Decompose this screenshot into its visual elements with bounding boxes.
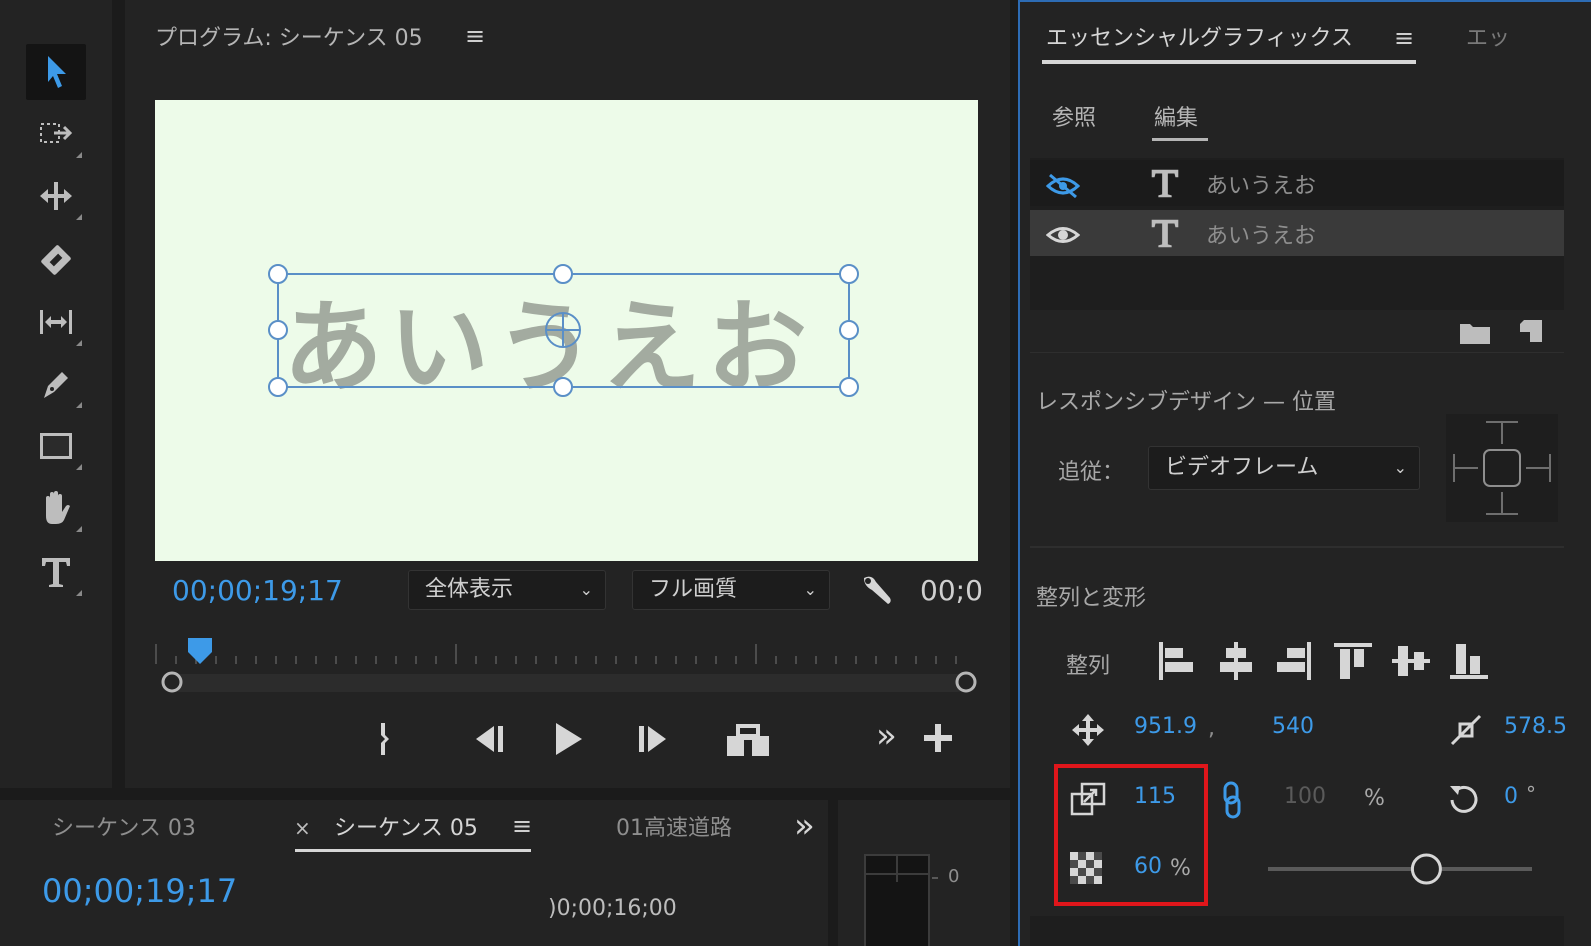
pin-to-edges-icon[interactable] (1446, 414, 1558, 522)
eye-hidden-icon[interactable] (1046, 172, 1080, 200)
tab-next-panel[interactable]: エッ (1466, 20, 1512, 52)
step-back-icon[interactable] (470, 722, 508, 756)
essential-graphics-menu-icon[interactable]: ≡ (1394, 24, 1414, 52)
canvas-text: あいうえお (283, 289, 813, 406)
export-frame-icon[interactable] (724, 718, 772, 758)
align-label: 整列 (1066, 654, 1111, 679)
add-button-icon[interactable] (922, 722, 954, 754)
more-tabs-icon[interactable]: » (794, 806, 815, 846)
tab-browse[interactable]: 参照 (1052, 100, 1096, 132)
wrench-icon[interactable] (858, 572, 894, 608)
pen-tool[interactable] (26, 356, 86, 412)
razor-tool[interactable] (26, 232, 86, 288)
folder-icon[interactable] (1458, 318, 1492, 346)
type-icon (42, 558, 70, 587)
timeline-timecode[interactable]: 00;00;19;17 (42, 872, 237, 910)
arrow-icon (48, 56, 66, 88)
layer-name: あいうえお (1206, 174, 1317, 199)
slip-tool[interactable] (26, 294, 86, 350)
text-layer-icon (1151, 219, 1179, 248)
track-select-icon (40, 123, 73, 143)
program-timecode[interactable]: 00;00;19;17 (172, 574, 343, 607)
follow-label: 追従： (1058, 460, 1125, 485)
divider (1030, 546, 1564, 548)
time-ruler[interactable] (150, 636, 990, 698)
pen-icon (44, 372, 68, 398)
ripple-edit-icon (40, 182, 72, 210)
opacity-slider[interactable] (1262, 850, 1538, 888)
edit-tab-underline (1152, 138, 1208, 141)
scale-height-value: 100 (1284, 784, 1326, 809)
align-center-vertical-icon[interactable] (1390, 640, 1432, 682)
more-controls-icon[interactable]: » (876, 716, 897, 756)
align-bottom-icon[interactable] (1448, 640, 1490, 682)
hand-tool[interactable] (26, 480, 86, 536)
mark-in-icon[interactable] (372, 720, 398, 758)
tab-sequence-03[interactable]: シーケンス 03 (52, 810, 196, 842)
program-menu-icon[interactable]: ≡ (465, 22, 485, 50)
divider (1030, 352, 1564, 353)
follow-dropdown[interactable]: ビデオフレーム ⌄ (1148, 446, 1420, 490)
highlight-box (1054, 764, 1208, 906)
tab-edit[interactable]: 編集 (1154, 100, 1198, 132)
eg-tab-underline (1042, 60, 1416, 64)
position-separator: , (1208, 716, 1215, 741)
chevron-down-icon: ⌄ (1393, 458, 1407, 477)
chevron-down-icon: ⌄ (803, 580, 817, 599)
scale-unit: % (1364, 786, 1385, 811)
position-x-value[interactable]: 951.9 (1134, 714, 1197, 739)
align-top-icon[interactable] (1332, 640, 1374, 682)
slip-icon (40, 310, 72, 334)
zoom-dropdown-value: 全体表示 (425, 577, 514, 602)
timeline-menu-icon[interactable]: ≡ (512, 812, 532, 840)
slider-handle (1410, 853, 1442, 885)
rotation-icon (1450, 785, 1478, 813)
playhead-icon (188, 638, 212, 664)
position-y-value[interactable]: 540 (1272, 714, 1314, 739)
anchor-x-value[interactable]: 578.5 (1504, 714, 1591, 739)
position-move-icon (1072, 714, 1104, 746)
panel-footer (1030, 916, 1564, 946)
rectangle-icon (40, 433, 72, 459)
responsive-design-title: レスポンシブデザイン — 位置 (1036, 390, 1336, 415)
hand-icon (46, 491, 70, 524)
align-right-icon[interactable] (1274, 640, 1314, 682)
zoom-dropdown[interactable]: 全体表示 ⌄ (408, 570, 606, 610)
ripple-edit-tool[interactable] (26, 168, 86, 224)
follow-dropdown-value: ビデオフレーム (1165, 455, 1319, 480)
tab-sequence-05[interactable]: シーケンス 05 (334, 810, 478, 842)
close-icon[interactable]: × (294, 816, 311, 840)
tools-panel (0, 0, 112, 788)
active-tab-underline (295, 849, 531, 852)
rectangle-tool[interactable] (26, 418, 86, 474)
anchor-point-icon (1450, 714, 1482, 746)
link-icon[interactable] (1220, 780, 1244, 820)
audio-meter (864, 854, 938, 946)
text-layer-icon (1151, 169, 1179, 198)
align-center-horizontal-icon[interactable] (1216, 640, 1256, 682)
layer-name: あいうえお (1206, 224, 1317, 249)
track-select-tool[interactable] (26, 106, 86, 162)
step-forward-icon[interactable] (634, 722, 672, 756)
program-title: プログラム: シーケンス 05 (155, 26, 423, 51)
eye-icon[interactable] (1046, 222, 1080, 248)
rotation-value[interactable]: 0 (1504, 784, 1518, 809)
program-duration: 00;0 (920, 574, 983, 607)
tab-highway[interactable]: 01高速道路 (616, 810, 738, 842)
essential-graphics-title[interactable]: エッセンシャルグラフィックス (1046, 20, 1353, 52)
ruler-time-label: )0;00;16;00 (548, 896, 677, 921)
play-icon[interactable] (550, 720, 588, 758)
razor-icon (41, 245, 71, 275)
quality-dropdown[interactable]: フル画質 ⌄ (632, 570, 830, 610)
align-left-icon[interactable] (1156, 640, 1196, 682)
selection-tool[interactable] (26, 44, 86, 100)
rotation-unit: ° (1526, 782, 1536, 806)
quality-dropdown-value: フル画質 (649, 577, 738, 602)
align-transform-title: 整列と変形 (1036, 586, 1147, 611)
chevron-down-icon: ⌄ (579, 580, 593, 599)
new-layer-icon[interactable] (1516, 316, 1546, 346)
type-tool[interactable] (26, 544, 86, 600)
meter-label-0: 0 (948, 866, 960, 887)
